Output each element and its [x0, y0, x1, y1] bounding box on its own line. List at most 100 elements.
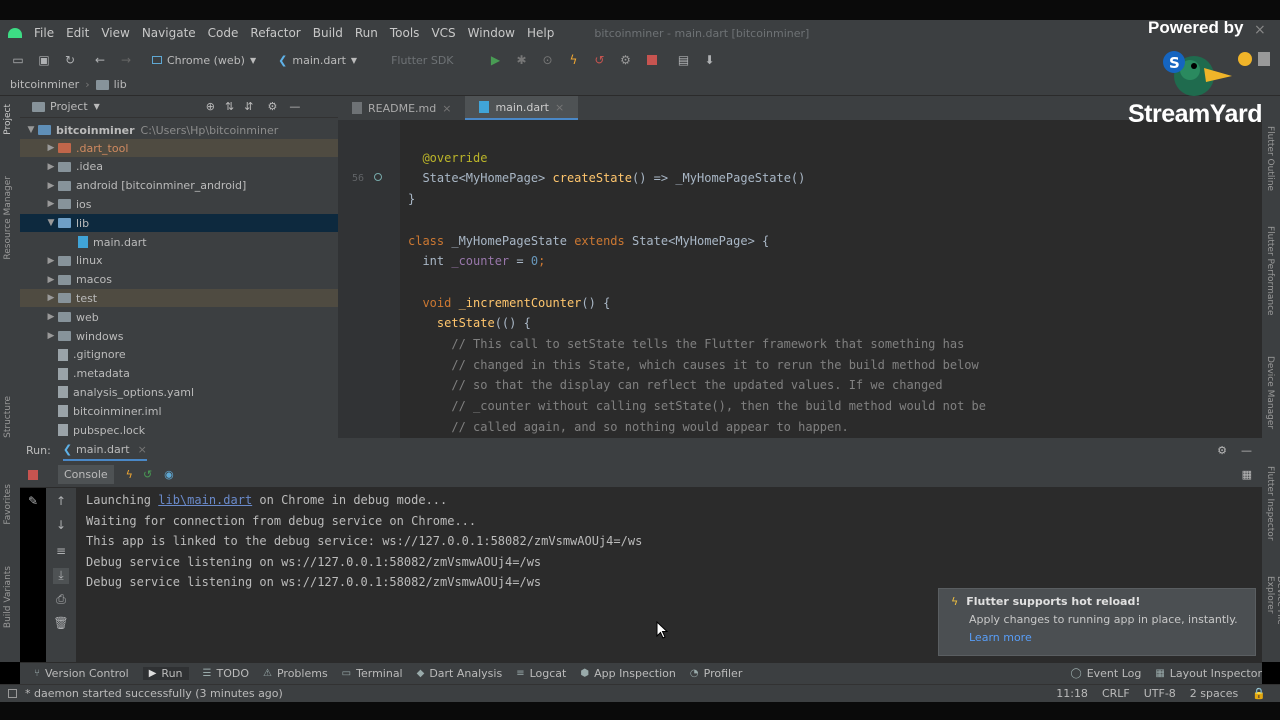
breadcrumb-project[interactable]: bitcoinminer [10, 78, 79, 91]
tool-problems[interactable]: ⚠ Problems [263, 667, 328, 680]
tree-item[interactable]: analysis_options.yaml [20, 383, 338, 401]
pin-icon[interactable]: ✎ [28, 494, 38, 508]
run-icon[interactable]: ▶ [488, 52, 504, 68]
soft-wrap-icon[interactable]: ≡ [53, 544, 69, 560]
locate-icon[interactable]: ⊕ [206, 100, 215, 113]
tree-item[interactable]: ▼ lib [20, 214, 338, 233]
breadcrumb-lib[interactable]: lib [114, 78, 127, 91]
close-icon[interactable]: × [1254, 22, 1266, 38]
settings-coin-icon[interactable] [1238, 52, 1252, 66]
chevron-right-icon[interactable]: ▶ [44, 181, 58, 191]
menu-file[interactable]: File [34, 26, 54, 40]
chevron-right-icon[interactable]: ▶ [44, 199, 58, 209]
down-arrow-icon[interactable]: ↓ [53, 518, 69, 534]
menu-code[interactable]: Code [208, 26, 239, 40]
tool-version-control[interactable]: ⑂ Version Control [34, 667, 129, 680]
tool-terminal[interactable]: ▭ Terminal [342, 667, 403, 680]
hot-restart-icon[interactable]: ↺ [592, 52, 608, 68]
hot-reload-icon[interactable]: ϟ [126, 468, 133, 481]
box-icon[interactable] [1258, 52, 1270, 66]
tree-item[interactable]: ▶ windows [20, 327, 338, 345]
tool-layout-inspector[interactable]: ▦ Layout Inspector [1155, 667, 1262, 680]
sync-icon[interactable]: ↻ [62, 52, 78, 68]
menu-run[interactable]: Run [355, 26, 378, 40]
tab-resource-manager[interactable]: Resource Manager [3, 176, 13, 260]
chevron-right-icon[interactable]: ▶ [44, 256, 58, 266]
tool-event-log[interactable]: ◯ Event Log [1070, 667, 1141, 680]
close-icon[interactable]: × [555, 101, 564, 114]
editor-tab[interactable]: main.dart × [465, 96, 579, 120]
stop-icon[interactable] [644, 52, 660, 68]
stop-icon[interactable] [28, 469, 38, 480]
tree-item[interactable]: ▶ linux [20, 252, 338, 270]
sdk-selector[interactable]: Flutter SDK [387, 50, 457, 70]
lock-icon[interactable]: 🔒 [1252, 687, 1266, 700]
menu-tools[interactable]: Tools [390, 26, 420, 40]
console-file-link[interactable]: lib\main.dart [158, 493, 252, 507]
minimize-icon[interactable]: — [289, 100, 300, 113]
tab-favorites[interactable]: Favorites [3, 484, 13, 525]
forward-icon[interactable]: → [118, 52, 134, 68]
editor-tab[interactable]: README.md × [338, 96, 465, 120]
tab-project[interactable]: Project [3, 104, 13, 135]
minimize-icon[interactable]: — [1241, 444, 1252, 457]
attach-icon[interactable]: ⊙ [540, 52, 556, 68]
tab-build-variants[interactable]: Build Variants [3, 566, 13, 628]
menu-help[interactable]: Help [527, 26, 554, 40]
tree-item[interactable]: ▶ .idea [20, 158, 338, 176]
project-panel-title[interactable]: Project [50, 100, 88, 113]
tool-run[interactable]: ▶ Run [142, 667, 189, 680]
tool-todo[interactable]: ☰ TODO [203, 667, 249, 680]
tree-item[interactable]: ▶ test [20, 289, 338, 308]
code-editor[interactable]: @override State<MyHomePage> createState(… [400, 120, 1262, 438]
menu-build[interactable]: Build [313, 26, 343, 40]
avd-manager-icon[interactable]: ▤ [676, 52, 692, 68]
tab-device-file-explorer[interactable]: Device File Explorer [1265, 576, 1280, 662]
back-icon[interactable]: ← [92, 52, 108, 68]
tab-flutter-performance[interactable]: Flutter Performance [1265, 226, 1275, 316]
tree-item[interactable]: ▶ .dart_tool [20, 139, 338, 157]
debug-icon[interactable]: ✱ [514, 52, 530, 68]
tree-item[interactable]: main.dart [20, 233, 338, 251]
chevron-down-icon[interactable]: ▼ [44, 218, 58, 228]
status-message[interactable]: * daemon started successfully (3 minutes… [25, 687, 283, 700]
close-icon[interactable]: × [138, 443, 147, 456]
indent-setting[interactable]: 2 spaces [1190, 687, 1239, 700]
tab-structure[interactable]: Structure [3, 396, 13, 438]
tree-item[interactable]: ▶ android [bitcoinminer_android] [20, 177, 338, 195]
console-tab[interactable]: Console [58, 465, 114, 484]
menu-navigate[interactable]: Navigate [142, 26, 196, 40]
tree-item[interactable]: .gitignore [20, 346, 338, 364]
menu-window[interactable]: Window [468, 26, 515, 40]
tab-device-manager[interactable]: Device Manager [1265, 356, 1275, 429]
print-icon[interactable]: ⎙ [53, 592, 69, 608]
hot-restart-icon[interactable]: ↺ [143, 468, 152, 481]
tab-flutter-outline[interactable]: Flutter Outline [1265, 126, 1275, 191]
scroll-to-end-icon[interactable]: ⤓ [53, 568, 69, 584]
gear-icon[interactable]: ⚙ [1217, 444, 1227, 457]
expand-all-icon[interactable]: ⇅ [225, 100, 234, 113]
chevron-right-icon[interactable]: ▶ [44, 331, 58, 341]
chevron-right-icon[interactable]: ▶ [44, 162, 58, 172]
tool-app-inspection[interactable]: ⬢ App Inspection [580, 667, 676, 680]
tree-item[interactable]: .metadata [20, 365, 338, 383]
menu-vcs[interactable]: VCS [431, 26, 455, 40]
menu-view[interactable]: View [101, 26, 129, 40]
menu-refactor[interactable]: Refactor [250, 26, 300, 40]
open-folder-icon[interactable]: ▭ [10, 52, 26, 68]
save-icon[interactable]: ▣ [36, 52, 52, 68]
close-icon[interactable]: × [442, 102, 451, 115]
chevron-right-icon[interactable]: ▶ [44, 275, 58, 285]
device-selector[interactable]: Chrome (web) ▼ [148, 50, 260, 70]
file-encoding[interactable]: UTF-8 [1144, 687, 1176, 700]
caret-position[interactable]: 11:18 [1056, 687, 1088, 700]
layout-icon[interactable]: ▦ [1242, 468, 1252, 481]
tool-logcat[interactable]: ≡ Logcat [516, 667, 566, 680]
menu-edit[interactable]: Edit [66, 26, 89, 40]
tab-flutter-inspector[interactable]: Flutter Inspector [1265, 466, 1275, 541]
tree-item[interactable]: ▶ web [20, 308, 338, 326]
up-arrow-icon[interactable]: ↑ [53, 494, 69, 510]
chevron-right-icon[interactable]: ▶ [44, 143, 58, 153]
override-gutter-icon[interactable] [374, 173, 382, 181]
gear-icon[interactable]: ⚙ [267, 100, 277, 113]
